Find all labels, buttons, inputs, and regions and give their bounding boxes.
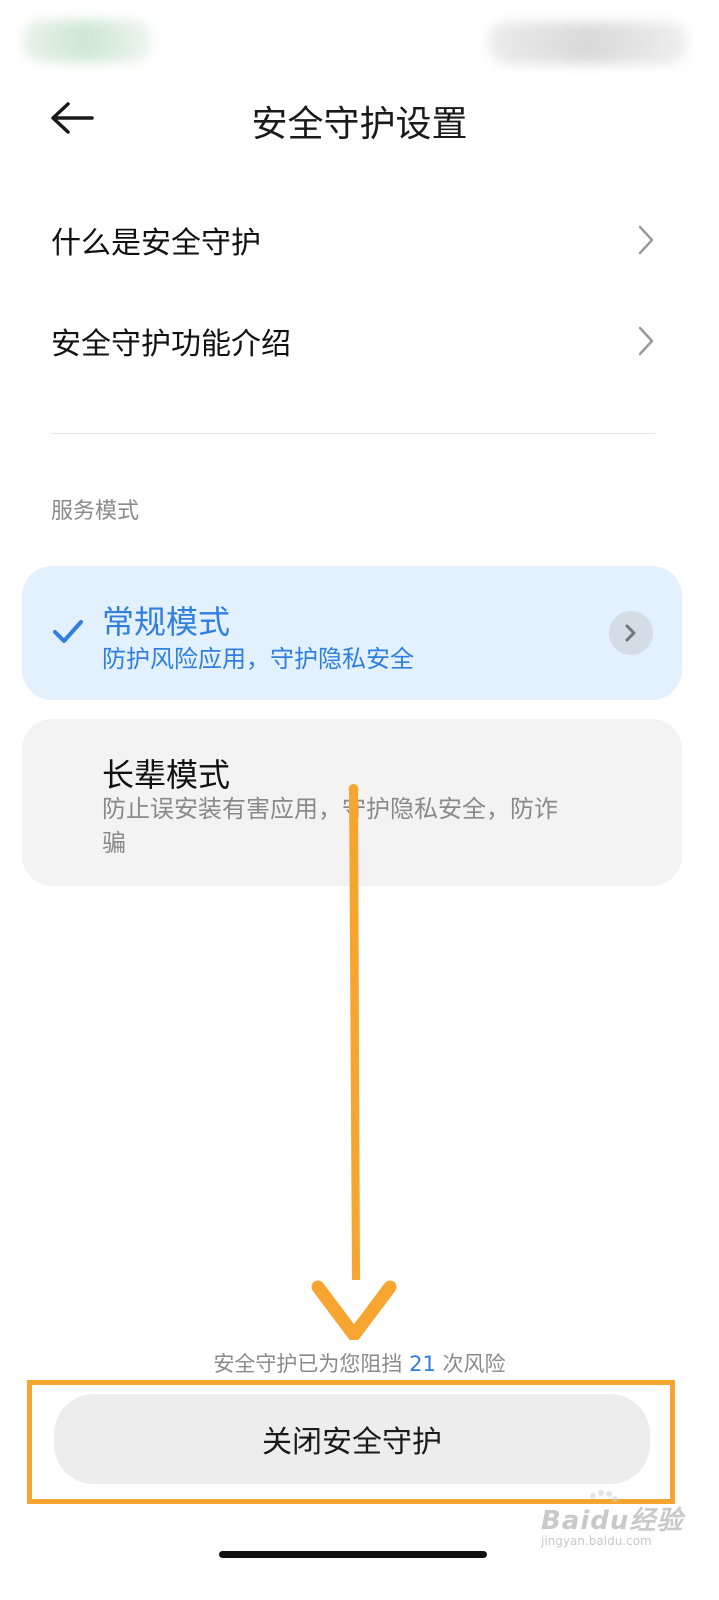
chevron-right-icon <box>625 624 636 642</box>
mode-detail-button[interactable] <box>609 611 653 655</box>
close-protection-button[interactable]: 关闭安全守护 <box>54 1394 650 1484</box>
blocked-suffix: 次风险 <box>442 1352 506 1376</box>
blocked-risk-text: 安全守护已为您阻挡 21 次风险 <box>0 1348 719 1378</box>
menu-item-feature-intro[interactable]: 安全守护功能介绍 <box>0 297 719 387</box>
status-bar-left <box>22 20 152 62</box>
check-icon <box>52 618 84 646</box>
blocked-count: 21 <box>409 1352 436 1376</box>
chevron-right-icon <box>634 323 658 359</box>
section-label-service-mode: 服务模式 <box>51 499 140 524</box>
mode-title: 常规模式 <box>102 603 231 641</box>
watermark-text: Baidu经验 <box>541 1506 684 1536</box>
menu-item-label: 安全守护功能介绍 <box>51 327 291 362</box>
watermark-subtext: jingyan.baidu.com <box>541 1534 652 1548</box>
menu-item-what-is-protection[interactable]: 什么是安全守护 <box>0 196 719 286</box>
home-indicator[interactable] <box>219 1551 487 1558</box>
divider <box>51 433 655 434</box>
page-title: 安全守护设置 <box>251 104 468 145</box>
mode-description: 防护风险应用，守护隐私安全 <box>102 645 414 673</box>
blocked-prefix: 安全守护已为您阻挡 <box>213 1352 403 1376</box>
status-bar-right <box>488 22 688 64</box>
annotation-arrow-icon <box>300 775 410 1342</box>
chevron-right-icon <box>634 222 658 258</box>
mode-title: 长辈模式 <box>102 756 231 794</box>
menu-item-label: 什么是安全守护 <box>51 226 261 261</box>
